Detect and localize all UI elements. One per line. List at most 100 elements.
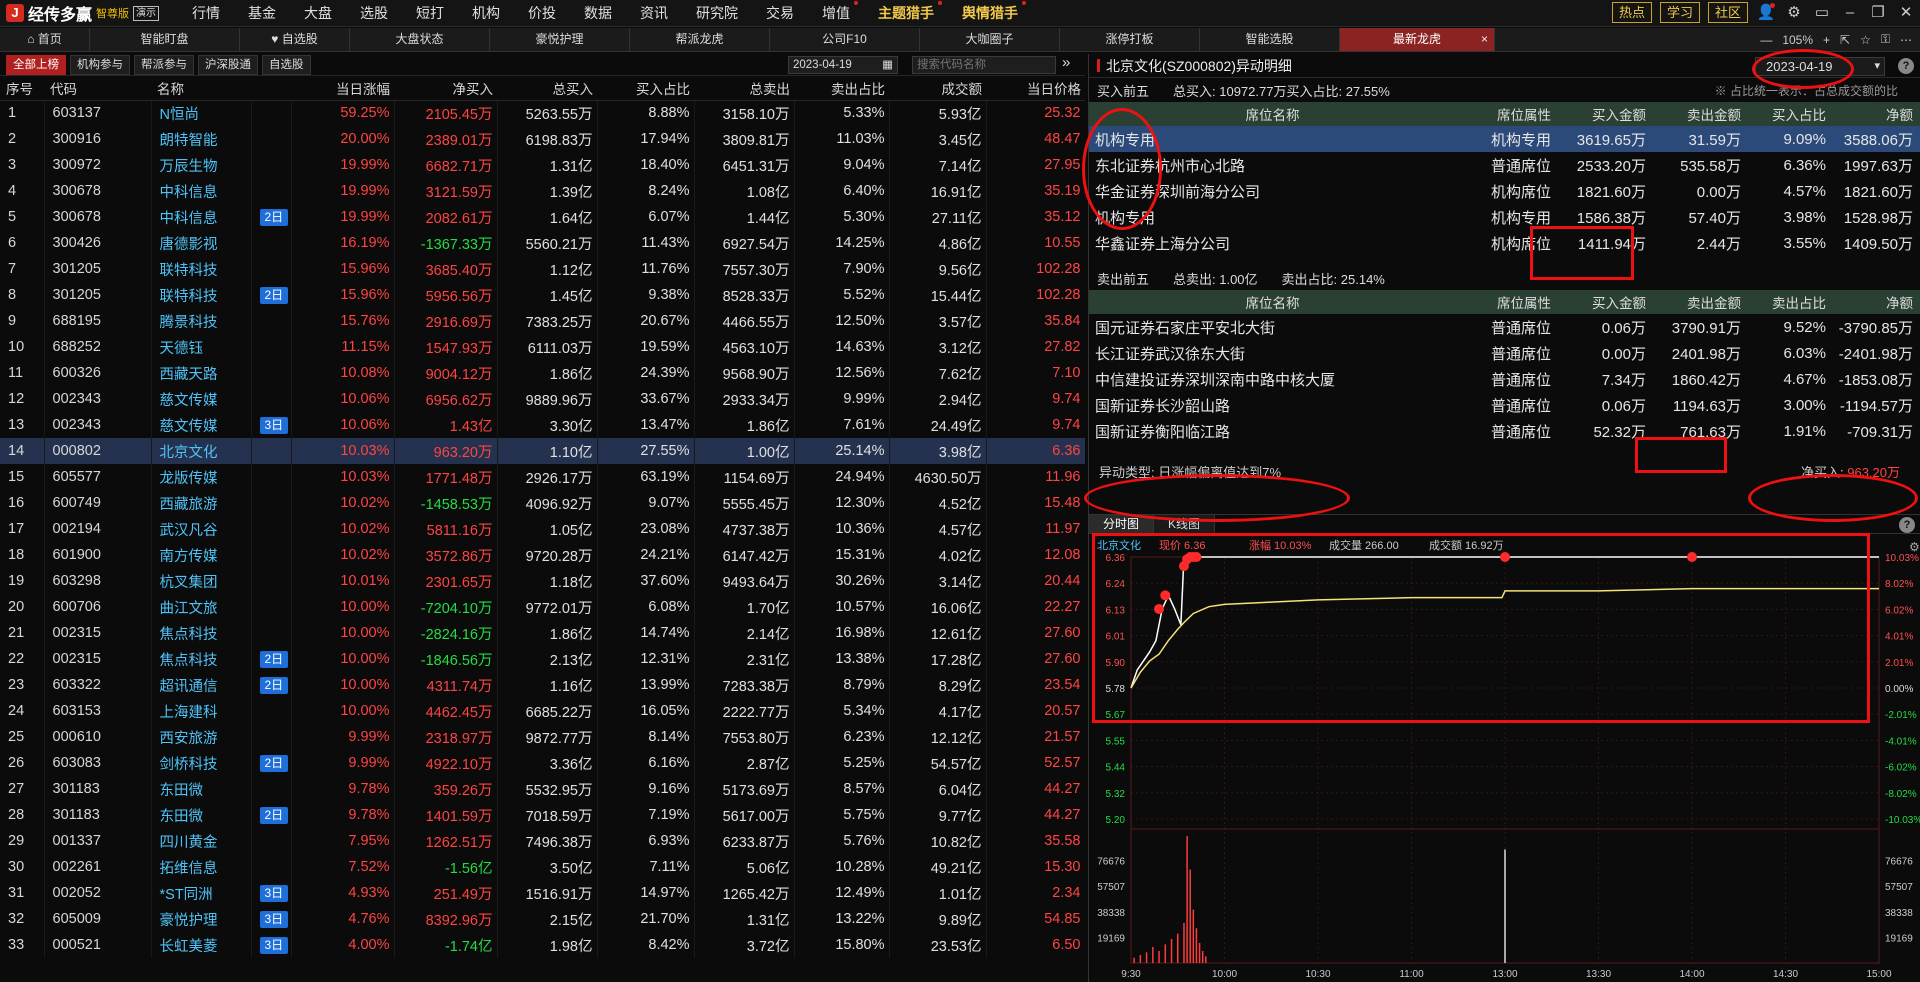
- table-row[interactable]: 22 002315 焦点科技 2日 10.00% -1846.56万 2.13亿 12.31%…: [0, 646, 1085, 672]
- menu-item-9[interactable]: 研究院: [682, 3, 752, 23]
- stock-name[interactable]: 朗特智能: [151, 126, 252, 152]
- stock-name[interactable]: 西藏天路: [151, 360, 252, 386]
- stock-name[interactable]: 焦点科技: [151, 620, 252, 646]
- table-row[interactable]: 2 300916 朗特智能 20.00% 2389.01万 6198.83万 17.94% 3…: [0, 126, 1085, 152]
- menu-item-8[interactable]: 资讯: [626, 3, 682, 23]
- tab-1[interactable]: 智能盯盘: [90, 28, 240, 51]
- seat-name[interactable]: 国新证券长沙韶山路: [1089, 392, 1464, 418]
- stock-name[interactable]: 杭叉集团: [151, 568, 252, 594]
- stock-name[interactable]: 南方传媒: [151, 542, 252, 568]
- stock-name[interactable]: 联特科技: [151, 256, 252, 282]
- filter-gang[interactable]: 帮派参与: [134, 54, 194, 75]
- table-row[interactable]: 10 688252 天德钰 11.15% 1547.93万 6111.03万 19.59% 4…: [0, 334, 1085, 360]
- seat-name[interactable]: 中信建投证券深圳深南中路中核大厦: [1089, 366, 1464, 392]
- stock-name[interactable]: 联特科技: [151, 282, 252, 308]
- menu-item-4[interactable]: 短打: [402, 3, 458, 23]
- seat-row[interactable]: 国元证券石家庄平安北大街 普通席位 0.06万 3790.91万 9.52% -3790.…: [1089, 314, 1920, 340]
- tab-5[interactable]: 帮派龙虎: [630, 28, 770, 51]
- stock-name[interactable]: 万辰生物: [151, 152, 252, 178]
- table-row[interactable]: 11 600326 西藏天路 10.08% 9004.12万 1.86亿 24.39% 956…: [0, 360, 1085, 386]
- stock-name[interactable]: 腾景科技: [151, 308, 252, 334]
- seat-row[interactable]: 国新证券衡阳临江路 普通席位 52.32万 761.63万 1.91% -709.31万: [1089, 418, 1920, 444]
- tab-8[interactable]: 涨停打板: [1060, 28, 1200, 51]
- stock-name[interactable]: 龙版传媒: [151, 464, 252, 490]
- seat-name[interactable]: 国新证券衡阳临江路: [1089, 418, 1464, 444]
- tab-close-icon[interactable]: ×: [1481, 28, 1488, 51]
- stock-name[interactable]: 天德钰: [151, 334, 252, 360]
- table-row[interactable]: 26 603083 剑桥科技 2日 9.99% 4922.10万 3.36亿 6.16% 2.8…: [0, 750, 1085, 776]
- table-row[interactable]: 18 601900 南方传媒 10.02% 3572.86万 9720.28万 24.21%…: [0, 542, 1085, 568]
- tab-kline[interactable]: K线图: [1154, 515, 1216, 533]
- table-row[interactable]: 15 605577 龙版传媒 10.03% 1771.48万 2926.17万 63.19%…: [0, 464, 1085, 490]
- help-icon[interactable]: ?: [1898, 58, 1914, 74]
- menu-item-0[interactable]: 行情: [178, 3, 234, 23]
- tab-4[interactable]: 豪悦护理: [490, 28, 630, 51]
- stock-name[interactable]: 中科信息: [151, 178, 252, 204]
- zoom-in-icon[interactable]: +: [1823, 33, 1830, 47]
- column-header[interactable]: 当日涨幅: [291, 76, 394, 101]
- gear-icon[interactable]: ⚙: [1784, 3, 1804, 23]
- stock-name[interactable]: 超讯通信: [151, 672, 252, 698]
- tab-2[interactable]: ♥ 自选股: [240, 28, 350, 51]
- column-header[interactable]: 总卖出: [694, 76, 794, 101]
- menu-item-12[interactable]: 主题猎手: [864, 1, 948, 23]
- layout-icon[interactable]: ▭: [1812, 3, 1832, 23]
- user-icon[interactable]: 👤: [1756, 2, 1776, 23]
- stock-name[interactable]: 焦点科技: [151, 646, 252, 672]
- stock-name[interactable]: 中科信息: [151, 204, 252, 230]
- table-row[interactable]: 28 301183 东田微 2日 9.78% 1401.59万 7018.59万 7.19% 5…: [0, 802, 1085, 828]
- stock-name[interactable]: 慈文传媒: [151, 386, 252, 412]
- stock-name[interactable]: 西安旅游: [151, 724, 252, 750]
- lock-icon[interactable]: ⚿: [1881, 32, 1890, 47]
- column-header[interactable]: [251, 76, 291, 101]
- seat-name[interactable]: 机构专用: [1089, 126, 1464, 152]
- column-header[interactable]: 卖出占比: [794, 76, 889, 101]
- column-header[interactable]: 净买入: [394, 76, 497, 101]
- seat-name[interactable]: 机构专用: [1089, 204, 1464, 230]
- stock-name[interactable]: 拓维信息: [151, 854, 252, 880]
- tab-7[interactable]: 大咖圈子: [920, 28, 1060, 51]
- table-row[interactable]: 17 002194 武汉凡谷 10.02% 5811.16万 1.05亿 23.08% 473…: [0, 516, 1085, 542]
- seat-row[interactable]: 长江证券武汉徐东大街 普通席位 0.00万 2401.98万 6.03% -2401.98…: [1089, 340, 1920, 366]
- seat-row[interactable]: 机构专用 机构专用 1586.38万 57.40万 3.98% 1528.98万: [1089, 204, 1920, 230]
- table-row[interactable]: 19 603298 杭叉集团 10.01% 2301.65万 1.18亿 37.60% 949…: [0, 568, 1085, 594]
- stock-name[interactable]: 长虹美菱: [151, 932, 252, 958]
- seat-name[interactable]: 东北证券杭州市心北路: [1089, 152, 1464, 178]
- table-row[interactable]: 21 002315 焦点科技 10.00% -2824.16万 1.86亿 14.74% 2.…: [0, 620, 1085, 646]
- menu-item-5[interactable]: 机构: [458, 3, 514, 23]
- column-header[interactable]: 序号: [0, 76, 44, 101]
- stock-name[interactable]: 武汉凡谷: [151, 516, 252, 542]
- seat-name[interactable]: 国元证券石家庄平安北大街: [1089, 314, 1464, 340]
- table-row[interactable]: 31 002052 *ST同洲 3日 4.93% 251.49万 1516.91万 14.97…: [0, 880, 1085, 906]
- filter-watchlist[interactable]: 自选股: [262, 54, 311, 75]
- table-row[interactable]: 23 603322 超讯通信 2日 10.00% 4311.74万 1.16亿 13.99% 7…: [0, 672, 1085, 698]
- learn-button[interactable]: 学习: [1659, 2, 1700, 23]
- stock-name[interactable]: 剑桥科技: [151, 750, 252, 776]
- stock-name[interactable]: 东田微: [151, 776, 252, 802]
- table-row[interactable]: 29 001337 四川黄金 7.95% 1262.51万 7496.38万 6.93% 62…: [0, 828, 1085, 854]
- column-header[interactable]: 买入占比: [597, 76, 694, 101]
- filter-all[interactable]: 全部上榜: [6, 54, 66, 75]
- seat-row[interactable]: 东北证券杭州市心北路 普通席位 2533.20万 535.58万 6.36% 1997.6…: [1089, 152, 1920, 178]
- column-header[interactable]: 成交额: [889, 76, 986, 101]
- tab-6[interactable]: 公司F10: [770, 28, 920, 51]
- stock-name[interactable]: N恒尚: [151, 100, 252, 126]
- seat-row[interactable]: 华金证券深圳前海分公司 机构席位 1821.60万 0.00万 4.57% 1821.60…: [1089, 178, 1920, 204]
- table-row[interactable]: 12 002343 慈文传媒 10.06% 6956.62万 9889.96万 33.67%…: [0, 386, 1085, 412]
- table-row[interactable]: 13 002343 慈文传媒 3日 10.06% 1.43亿 3.30亿 13.47% 1.86…: [0, 412, 1085, 438]
- maximize-icon[interactable]: ❐: [1868, 3, 1888, 23]
- chart-help-icon[interactable]: ?: [1899, 517, 1915, 533]
- minimize-icon[interactable]: –: [1840, 3, 1860, 23]
- demo-badge[interactable]: 演示: [133, 5, 160, 21]
- menu-item-13[interactable]: 舆情猎手: [948, 1, 1032, 23]
- community-button[interactable]: 社区: [1707, 2, 1748, 23]
- table-row[interactable]: 32 605009 豪悦护理 3日 4.76% 8392.96万 2.15亿 21.70% 1.…: [0, 906, 1085, 932]
- stock-name[interactable]: 曲江文旅: [151, 594, 252, 620]
- stock-name[interactable]: 西藏旅游: [151, 490, 252, 516]
- table-row[interactable]: 9 688195 腾景科技 15.76% 2916.69万 7383.25万 20.67% 4…: [0, 308, 1085, 334]
- table-row[interactable]: 6 300426 唐德影视 16.19% -1367.33万 5560.21万 11.43%…: [0, 230, 1085, 256]
- table-row[interactable]: 20 600706 曲江文旅 10.00% -7204.10万 9772.01万 6.08%…: [0, 594, 1085, 620]
- table-row[interactable]: 25 000610 西安旅游 9.99% 2318.97万 9872.77万 8.14% 75…: [0, 724, 1085, 750]
- column-header[interactable]: 当日价格: [986, 76, 1085, 101]
- pin-icon[interactable]: ⇱: [1840, 33, 1850, 47]
